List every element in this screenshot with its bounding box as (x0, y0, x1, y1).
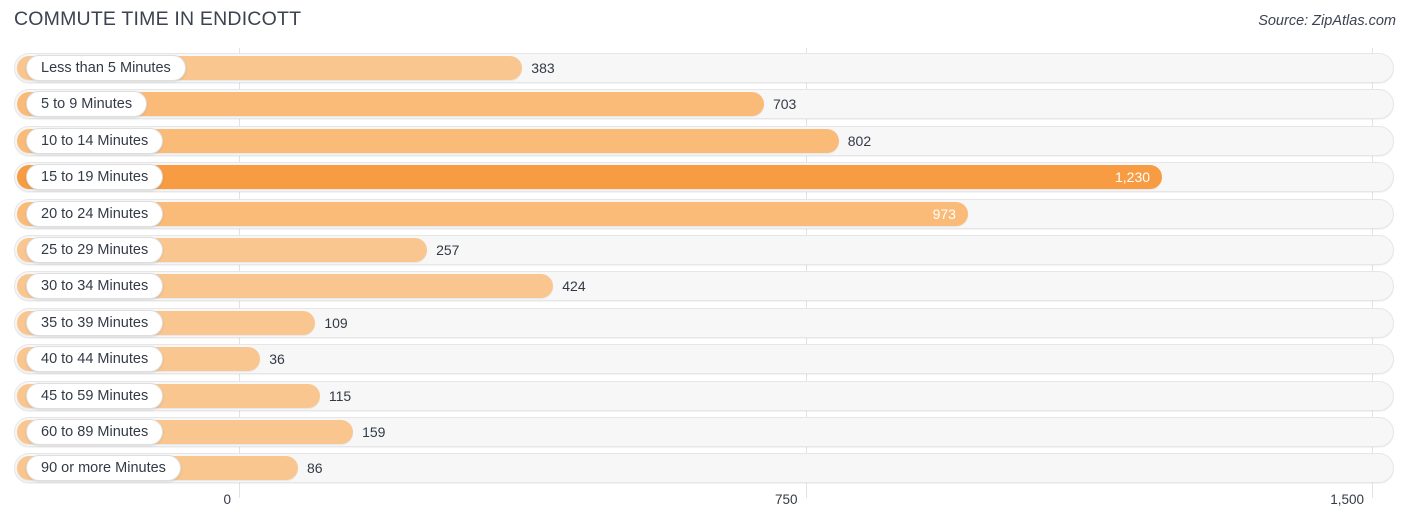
category-label[interactable]: 5 to 9 Minutes (26, 91, 148, 118)
category-label[interactable]: 10 to 14 Minutes (26, 127, 164, 154)
bar-row[interactable]: 115 45 to 59 Minutes (14, 380, 1394, 411)
bar-row[interactable]: 802 10 to 14 Minutes (14, 125, 1394, 156)
bar-row[interactable]: 424 30 to 34 Minutes (14, 271, 1394, 302)
source-attribution: Source: ZipAtlas.com (1258, 13, 1396, 29)
bar-row[interactable]: 383 Less than 5 Minutes (14, 53, 1394, 83)
category-label[interactable]: 40 to 44 Minutes (26, 346, 164, 373)
bar-row[interactable]: 36 40 to 44 Minutes (14, 344, 1394, 375)
chart-page: COMMUTE TIME IN ENDICOTT Source: ZipAtla… (0, 0, 1406, 522)
bar-row[interactable]: 109 35 to 39 Minutes (14, 307, 1394, 338)
x-axis: 0 750 1,500 (0, 488, 1406, 522)
category-label[interactable]: Less than 5 Minutes (26, 55, 186, 81)
plot-area: 383 Less than 5 Minutes 703 5 to 9 Minutes 8… (0, 48, 1406, 498)
x-axis-tick-label: 1,500 (1330, 492, 1364, 507)
category-label[interactable]: 30 to 34 Minutes (26, 273, 164, 300)
category-label[interactable]: 25 to 29 Minutes (26, 237, 164, 263)
x-axis-tick-label: 0 (223, 492, 231, 507)
bar-value-label: 802 (847, 132, 872, 149)
bar-value-label: 86 (306, 460, 323, 477)
bar-value-label: 1,230 (1115, 169, 1151, 186)
bar-row[interactable]: 257 25 to 29 Minutes (14, 235, 1394, 265)
page-title: COMMUTE TIME IN ENDICOTT (14, 8, 302, 30)
category-label[interactable]: 45 to 59 Minutes (26, 382, 164, 409)
bar-row[interactable]: 159 60 to 89 Minutes (14, 417, 1394, 447)
bar-value-label: 115 (328, 387, 352, 404)
bar-row[interactable]: 86 90 or more Minutes (14, 453, 1394, 484)
bar-value-label: 159 (362, 424, 386, 440)
bar-value-label: 424 (562, 278, 586, 295)
x-axis-tick-label: 750 (774, 492, 798, 507)
bar-value-label: 703 (772, 96, 797, 113)
category-label[interactable]: 15 to 19 Minutes (26, 164, 164, 191)
category-label[interactable]: 35 to 39 Minutes (26, 309, 164, 336)
bar-row[interactable]: 1,230 15 to 19 Minutes (14, 162, 1394, 193)
bar[interactable]: 1,230 (17, 165, 1163, 190)
bar-value-label: 973 (932, 205, 956, 222)
category-label[interactable]: 20 to 24 Minutes (26, 200, 164, 227)
bar-value-label: 109 (324, 314, 348, 331)
bar-value-label: 383 (531, 60, 555, 76)
bar-value-label: 36 (269, 351, 285, 368)
category-label[interactable]: 60 to 89 Minutes (26, 419, 164, 445)
bar-row[interactable]: 973 20 to 24 Minutes (14, 198, 1394, 229)
category-label[interactable]: 90 or more Minutes (26, 455, 181, 482)
bar-value-label: 257 (436, 242, 460, 258)
bar-row[interactable]: 703 5 to 9 Minutes (14, 89, 1394, 120)
